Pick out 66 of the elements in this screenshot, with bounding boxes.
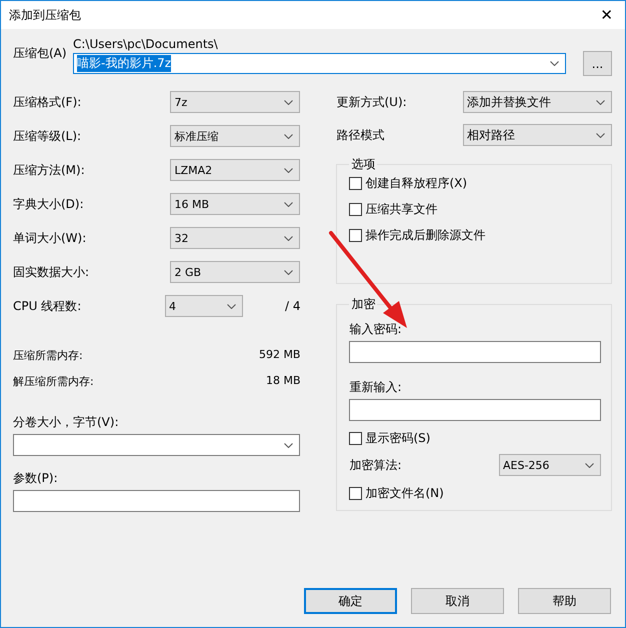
checkbox-label: 操作完成后删除源文件 bbox=[365, 227, 486, 244]
dropdown[interactable]: AES-256 bbox=[499, 454, 601, 476]
window-title: 添加到压缩包 bbox=[9, 6, 81, 24]
browse-button[interactable]: ... bbox=[583, 51, 612, 76]
volume-combo[interactable] bbox=[13, 434, 300, 456]
archive-label: 压缩包(A) bbox=[13, 45, 68, 62]
thread-max: / 4 bbox=[284, 299, 300, 313]
dropdown[interactable]: 2 GB bbox=[170, 261, 300, 283]
volume-label: 分卷大小，字节(V): bbox=[13, 414, 120, 431]
parameters-field[interactable] bbox=[13, 490, 300, 512]
chevron-icon bbox=[226, 304, 236, 308]
setting-label: 字典大小(D): bbox=[13, 196, 84, 212]
archive-path: C:\Users\pc\Documents\ bbox=[73, 37, 219, 51]
checkbox-label: 显示密码(S) bbox=[365, 430, 430, 447]
checkbox[interactable] bbox=[349, 432, 362, 445]
dropdown[interactable]: 添加并替换文件 bbox=[463, 91, 612, 113]
memory-label: 解压缩所需内存: bbox=[13, 374, 94, 390]
dropdown[interactable]: 4 bbox=[164, 295, 243, 317]
setting-label: 单词大小(W): bbox=[13, 230, 86, 246]
memory-label: 压缩所需内存: bbox=[13, 348, 83, 364]
dropdown[interactable]: 标准压缩 bbox=[170, 125, 300, 147]
setting-label: 固实数据大小: bbox=[13, 264, 90, 280]
close-button[interactable]: ✕ bbox=[594, 6, 619, 24]
checkbox-label: 创建自释放程序(X) bbox=[365, 175, 468, 192]
chevron-icon bbox=[596, 132, 605, 138]
checkbox[interactable] bbox=[349, 177, 362, 190]
chevron-icon bbox=[284, 442, 294, 448]
chevron-icon bbox=[284, 270, 294, 274]
setting-label: 更新方式(U): bbox=[336, 94, 407, 110]
dropdown[interactable]: 32 bbox=[170, 227, 300, 249]
setting-label: 压缩格式(F): bbox=[13, 94, 82, 110]
group-title: 选项 bbox=[350, 156, 376, 173]
setting-label: 路径模式 bbox=[336, 126, 384, 144]
group-title: 加密 bbox=[350, 296, 376, 313]
chevron-icon bbox=[550, 61, 559, 66]
dropdown[interactable]: 相对路径 bbox=[463, 124, 612, 146]
dropdown[interactable]: 16 MB bbox=[170, 193, 300, 215]
chevron-icon bbox=[284, 202, 294, 206]
password-label: 输入密码: bbox=[349, 321, 403, 338]
setting-label: 压缩方法(M): bbox=[13, 162, 85, 178]
chevron-icon bbox=[596, 100, 605, 104]
reenter-field[interactable] bbox=[349, 399, 601, 421]
setting-label: CPU 线程数: bbox=[13, 298, 82, 314]
chevron-icon bbox=[284, 168, 294, 172]
memory-value: 592 MB bbox=[258, 348, 300, 363]
checkbox[interactable] bbox=[349, 203, 362, 216]
chevron-icon bbox=[284, 134, 294, 138]
chevron-icon bbox=[284, 100, 294, 104]
checkbox-label: 压缩共享文件 bbox=[365, 201, 438, 218]
reenter-label: 重新输入: bbox=[349, 379, 403, 396]
chevron-icon bbox=[585, 462, 594, 468]
method-label: 加密算法: bbox=[349, 456, 402, 474]
dropdown[interactable]: 7z bbox=[170, 91, 300, 113]
setting-label: 压缩等级(L): bbox=[13, 128, 82, 144]
dialog-button[interactable]: 确定 bbox=[304, 588, 397, 614]
archive-name-field[interactable]: 喵影-我的影片.7z bbox=[73, 53, 566, 74]
dialog-button[interactable]: 取消 bbox=[411, 588, 504, 614]
dialog-button[interactable]: 帮助 bbox=[518, 588, 611, 614]
checkbox[interactable] bbox=[349, 487, 362, 500]
parameters-label: 参数(P): bbox=[13, 470, 59, 487]
dropdown[interactable]: LZMA2 bbox=[170, 159, 300, 181]
memory-value: 18 MB bbox=[266, 374, 300, 389]
checkbox-label: 加密文件名(N) bbox=[365, 485, 444, 502]
password-field[interactable] bbox=[349, 341, 601, 363]
chevron-icon bbox=[284, 236, 294, 240]
checkbox[interactable] bbox=[349, 229, 362, 242]
